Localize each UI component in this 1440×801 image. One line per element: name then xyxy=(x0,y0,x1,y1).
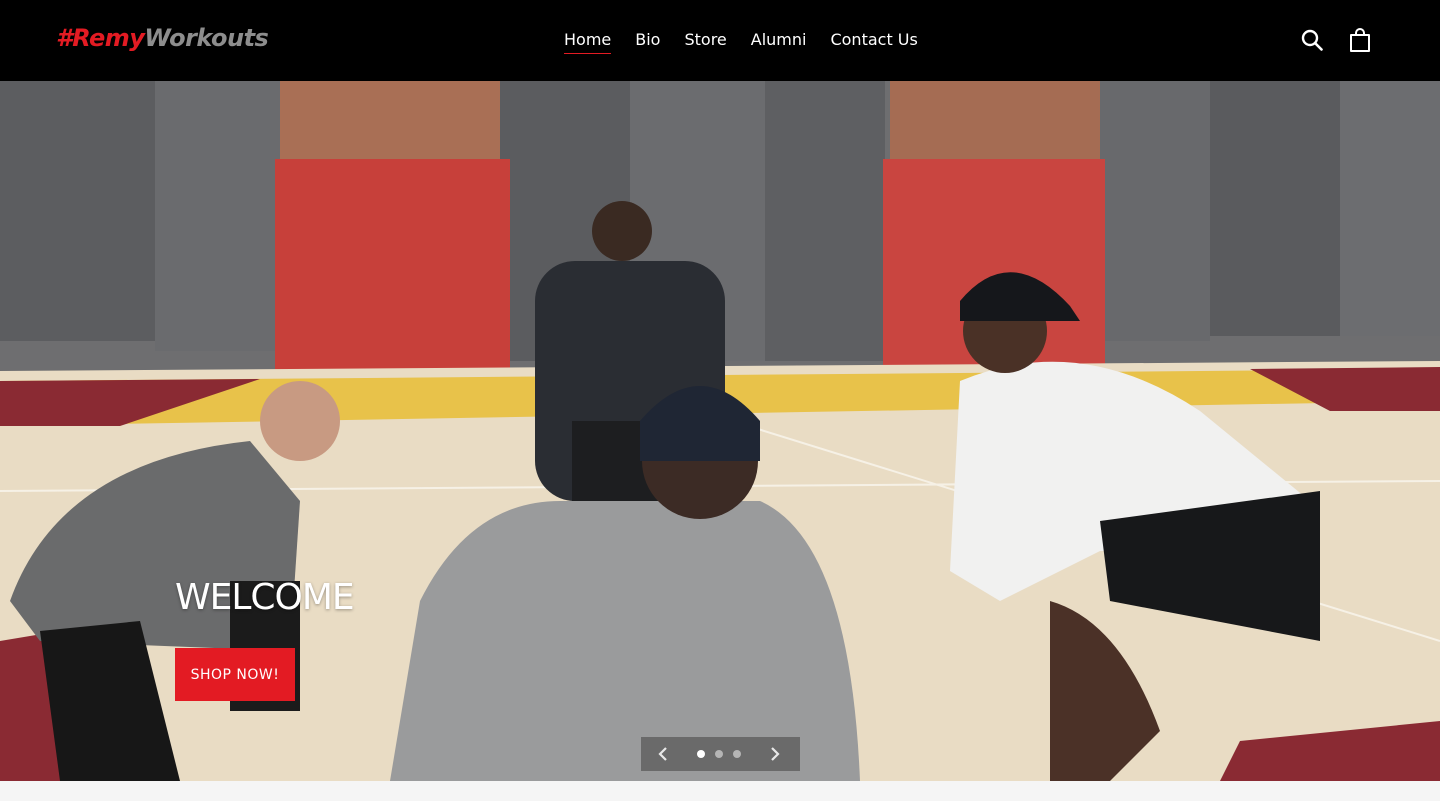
shop-now-button[interactable]: SHOP NOW! xyxy=(175,648,295,701)
search-button[interactable] xyxy=(1298,26,1326,54)
site-logo[interactable]: # Remy Workouts xyxy=(56,24,269,56)
slide-next-button[interactable] xyxy=(765,742,785,766)
nav-bio[interactable]: Bio xyxy=(623,28,672,52)
logo-word-workouts: Workouts xyxy=(144,24,269,52)
nav-store[interactable]: Store xyxy=(672,28,738,52)
slide-dot-1[interactable] xyxy=(697,750,705,758)
chevron-left-icon xyxy=(658,747,667,761)
nav-alumni[interactable]: Alumni xyxy=(739,28,819,52)
page-below-hero xyxy=(0,781,1440,801)
search-icon xyxy=(1301,29,1323,51)
hero-slideshow: WELCOME SHOP NOW! xyxy=(0,81,1440,781)
main-nav: Home Bio Store Alumni Contact Us xyxy=(552,28,930,54)
hero-heading: WELCOME xyxy=(175,577,355,618)
slide-dot-2[interactable] xyxy=(715,750,723,758)
logo-hash: # xyxy=(56,24,73,52)
slide-dot-3[interactable] xyxy=(733,750,741,758)
logo-word-remy: Remy xyxy=(72,24,145,52)
slideshow-controls xyxy=(641,737,800,771)
slide-dots xyxy=(697,750,741,758)
slide-prev-button[interactable] xyxy=(653,742,673,766)
nav-home[interactable]: Home xyxy=(552,28,623,54)
site-header: # Remy Workouts Home Bio Store Alumni Co… xyxy=(0,0,1440,81)
nav-contact-us[interactable]: Contact Us xyxy=(818,28,929,52)
cart-button[interactable] xyxy=(1346,26,1374,54)
chevron-right-icon xyxy=(771,747,780,761)
shopping-bag-icon xyxy=(1350,28,1370,52)
